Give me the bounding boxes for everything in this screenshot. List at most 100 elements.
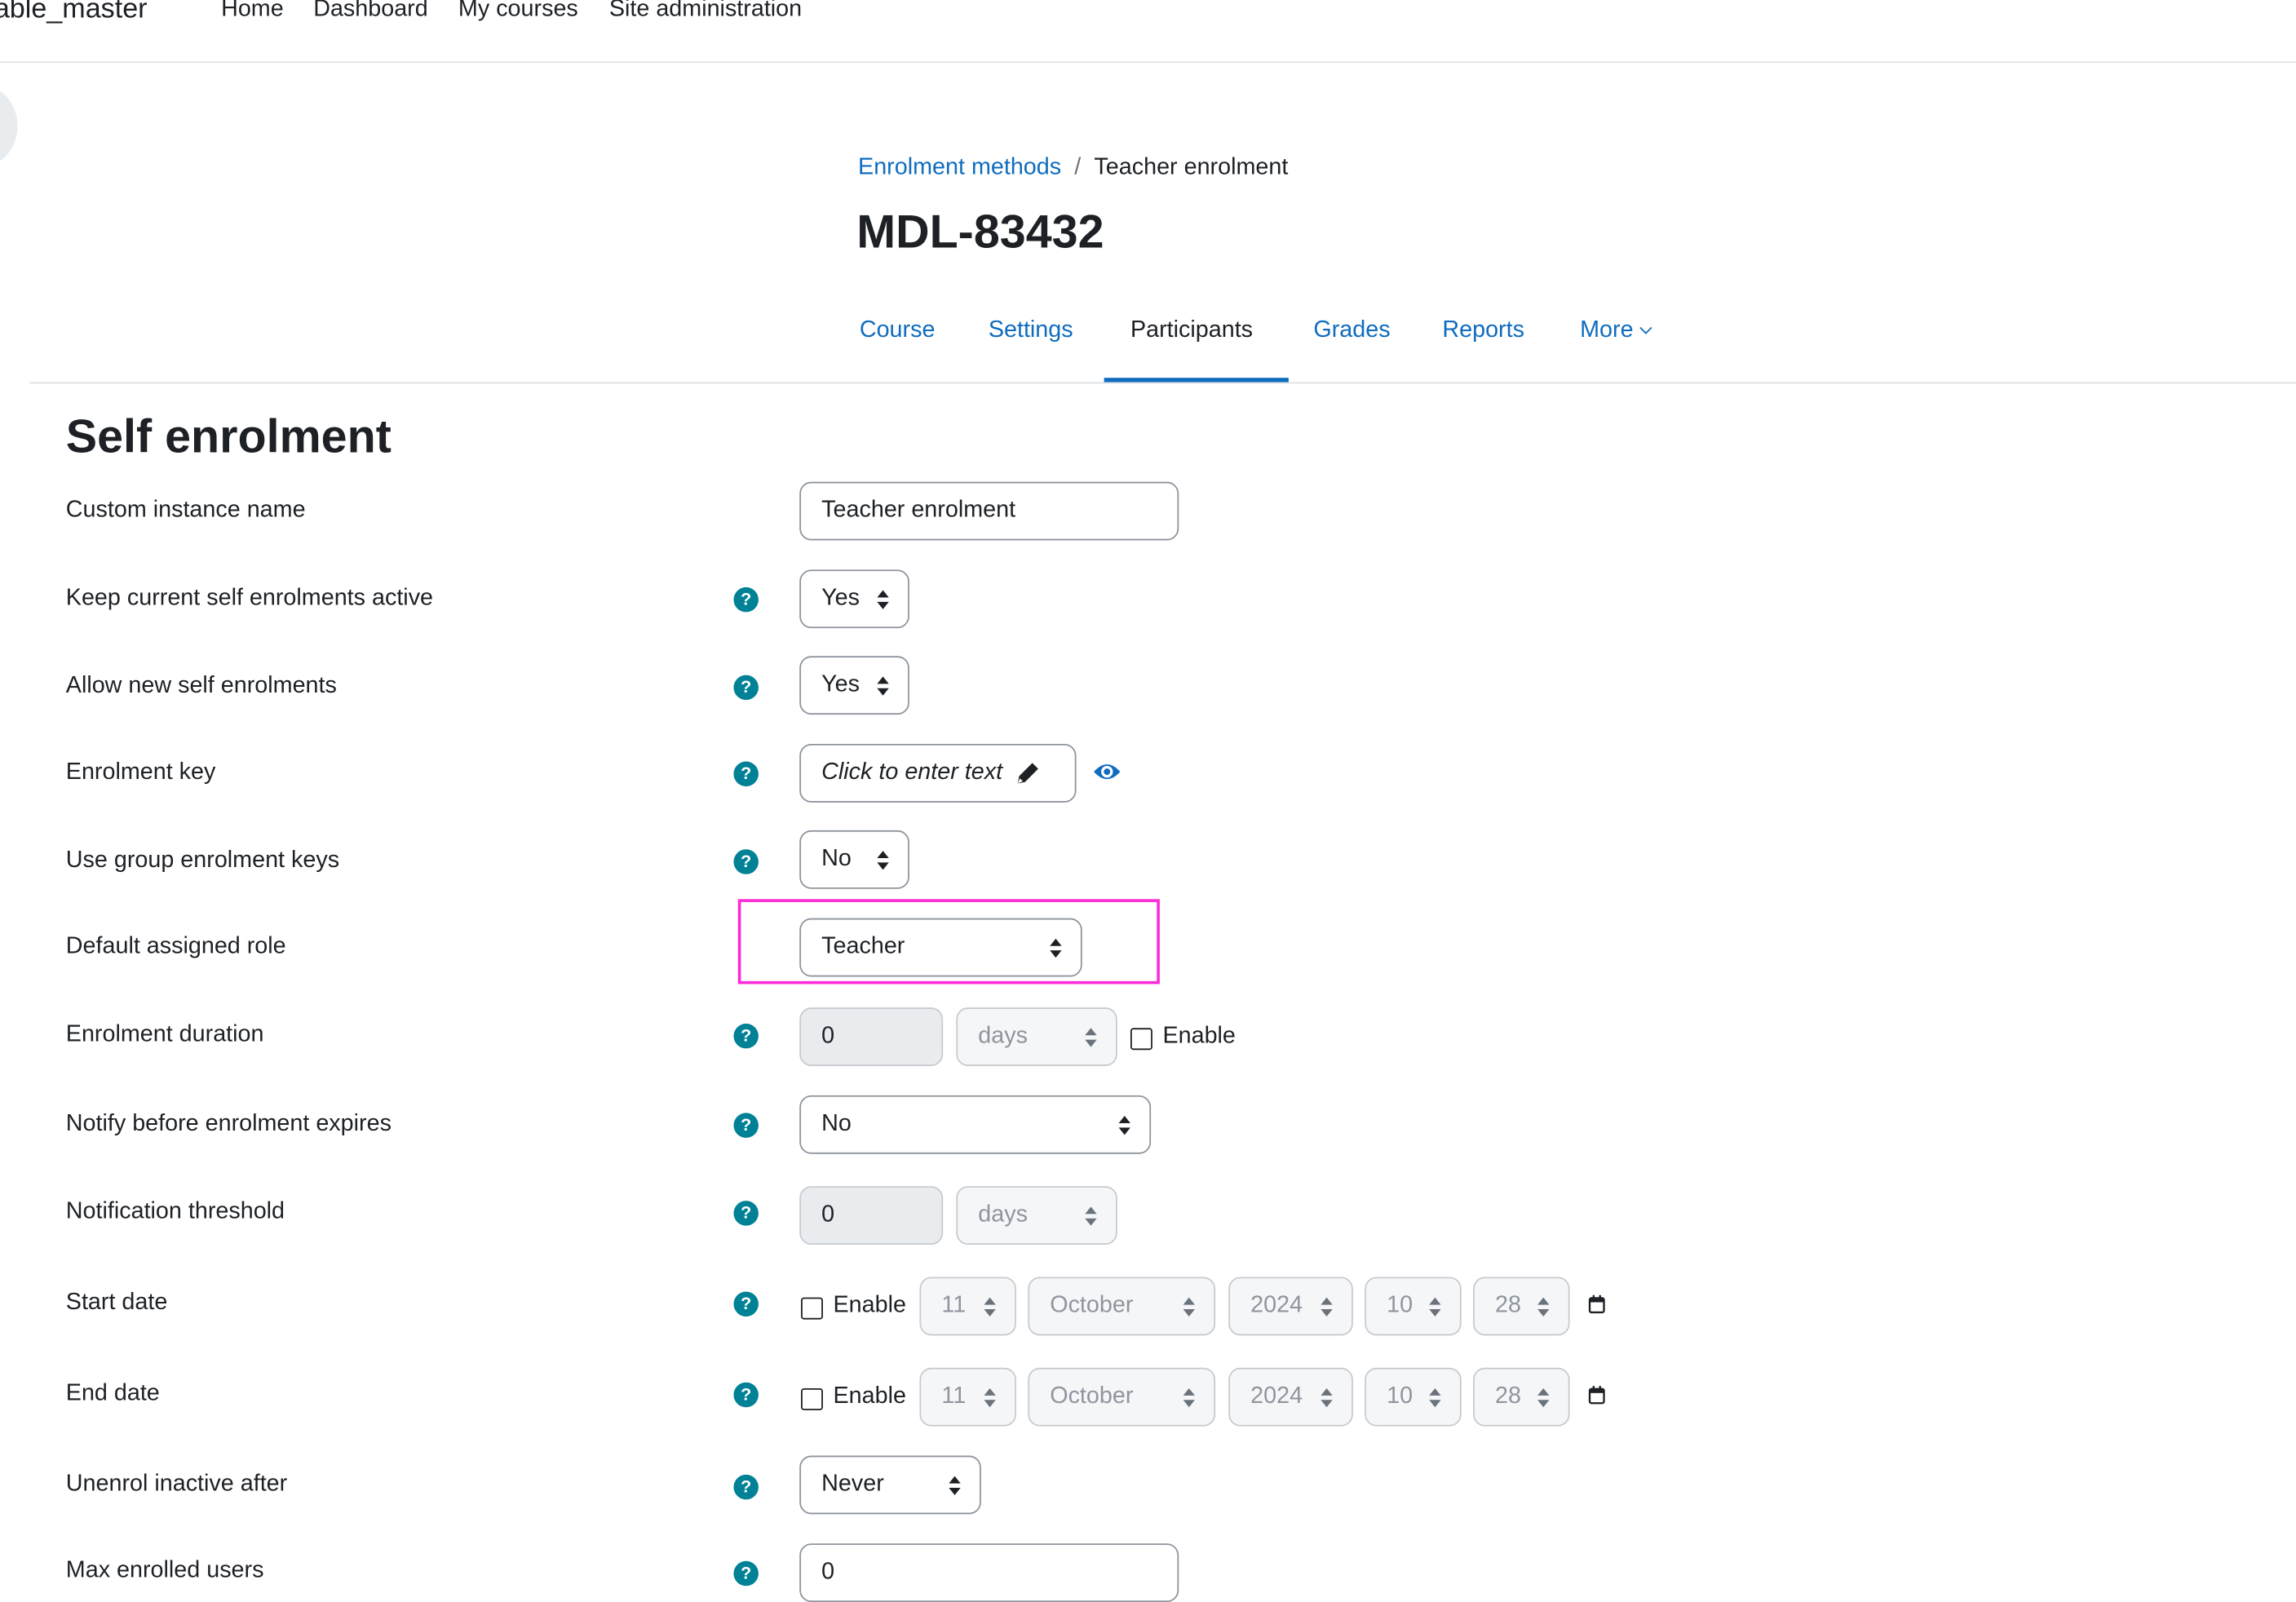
start-date-enable-label: Enable <box>833 1293 906 1318</box>
enrolment-duration-unit-select[interactable]: days <box>956 1007 1117 1066</box>
help-icon[interactable]: ? <box>733 675 759 701</box>
moodle-page: able_master Home Dashboard My courses Si… <box>0 0 2296 1602</box>
end-date-minute-select[interactable]: 28 <box>1473 1367 1570 1427</box>
end-date-enable-checkbox[interactable] <box>801 1387 823 1410</box>
end-date-label: End date <box>65 1380 160 1406</box>
default-role-value: Teacher <box>821 934 905 959</box>
keep-active-select[interactable]: Yes <box>799 569 909 629</box>
custom-instance-name-input[interactable]: Teacher enrolment <box>799 481 1179 541</box>
notification-threshold-input[interactable]: 0 <box>799 1186 944 1246</box>
drawer-toggle-button[interactable] <box>0 85 18 167</box>
start-date-hour: 10 <box>1387 1293 1413 1318</box>
enrolment-duration-label: Enrolment duration <box>65 1022 264 1047</box>
tab-more-label: More <box>1580 317 1634 343</box>
course-title: MDL-83432 <box>856 205 1104 258</box>
enrolment-duration-unit: days <box>978 1023 1028 1049</box>
tab-settings[interactable]: Settings <box>989 318 1073 344</box>
select-arrows-icon <box>1085 1206 1097 1227</box>
default-role-label: Default assigned role <box>65 934 286 959</box>
help-icon[interactable]: ? <box>733 849 759 874</box>
select-arrows-icon <box>1085 1028 1097 1048</box>
keep-active-label: Keep current self enrolments active <box>65 586 434 611</box>
help-icon[interactable]: ? <box>733 1382 759 1408</box>
select-arrows-icon <box>1183 1297 1195 1318</box>
nav-dashboard[interactable]: Dashboard <box>313 0 428 24</box>
breadcrumb-separator: / <box>1074 155 1082 180</box>
tab-reports[interactable]: Reports <box>1442 318 1524 344</box>
end-date-day-select[interactable]: 11 <box>919 1367 1016 1427</box>
enrolment-key-input[interactable]: Click to enter text <box>799 744 1077 803</box>
help-icon[interactable]: ? <box>733 1291 759 1317</box>
breadcrumb-enrolment-methods[interactable]: Enrolment methods <box>858 155 1061 180</box>
nav-my-courses[interactable]: My courses <box>458 0 578 24</box>
select-arrows-icon <box>877 851 889 871</box>
enrolment-duration-enable-checkbox[interactable] <box>1130 1028 1152 1051</box>
select-arrows-icon <box>1537 1297 1550 1318</box>
help-icon[interactable]: ? <box>733 1474 759 1500</box>
allow-new-label: Allow new self enrolments <box>65 673 337 699</box>
unenrol-inactive-value: Never <box>821 1471 884 1497</box>
nav-home[interactable]: Home <box>221 0 284 24</box>
notify-before-select[interactable]: No <box>799 1095 1152 1154</box>
group-keys-select[interactable]: No <box>799 830 909 889</box>
tab-more[interactable]: More <box>1580 317 1653 344</box>
select-arrows-icon <box>1183 1387 1195 1409</box>
end-date-year-select[interactable]: 2024 <box>1228 1367 1353 1427</box>
help-icon[interactable]: ? <box>733 586 759 613</box>
allow-new-select[interactable]: Yes <box>799 656 909 715</box>
select-arrows-icon <box>1321 1297 1333 1318</box>
select-arrows-icon <box>1118 1116 1130 1136</box>
custom-instance-name-label: Custom instance name <box>65 498 306 523</box>
select-arrows-icon <box>1050 938 1062 959</box>
unenrol-inactive-select[interactable]: Never <box>799 1455 981 1515</box>
calendar-icon[interactable] <box>1587 1294 1606 1314</box>
notification-threshold-unit-select[interactable]: days <box>956 1186 1117 1246</box>
end-date-minute: 28 <box>1495 1383 1521 1409</box>
select-arrows-icon <box>1429 1297 1441 1318</box>
unenrol-inactive-label: Unenrol inactive after <box>65 1471 288 1497</box>
start-date-minute: 28 <box>1495 1293 1521 1318</box>
help-icon[interactable]: ? <box>733 761 759 787</box>
breadcrumb-current: Teacher enrolment <box>1094 155 1289 180</box>
start-date-enable-checkbox[interactable] <box>801 1297 823 1320</box>
start-date-year-select[interactable]: 2024 <box>1228 1277 1353 1336</box>
end-date-year: 2024 <box>1250 1383 1303 1409</box>
help-icon[interactable]: ? <box>733 1201 759 1226</box>
enrolment-duration-input[interactable]: 0 <box>799 1007 944 1066</box>
eye-icon[interactable] <box>1092 760 1121 784</box>
help-icon[interactable]: ? <box>733 1113 759 1138</box>
help-icon[interactable]: ? <box>733 1023 759 1049</box>
end-date-month-select[interactable]: October <box>1028 1367 1216 1427</box>
site-name[interactable]: able_master <box>0 0 148 26</box>
max-enrolled-label: Max enrolled users <box>65 1558 264 1583</box>
start-date-hour-select[interactable]: 10 <box>1365 1277 1462 1336</box>
allow-new-value: Yes <box>821 672 860 697</box>
tab-grades[interactable]: Grades <box>1313 318 1390 344</box>
enrolment-key-label: Enrolment key <box>65 759 216 786</box>
select-arrows-icon <box>1537 1387 1550 1409</box>
nav-site-administration[interactable]: Site administration <box>609 0 802 24</box>
page-heading: Self enrolment <box>65 409 392 463</box>
start-date-month-select[interactable]: October <box>1028 1277 1216 1336</box>
notify-before-label: Notify before enrolment expires <box>65 1111 392 1137</box>
tab-course[interactable]: Course <box>860 318 936 344</box>
enrolment-key-placeholder: Click to enter text <box>821 759 1003 786</box>
end-date-enable-label: Enable <box>833 1383 906 1409</box>
help-icon[interactable]: ? <box>733 1560 759 1587</box>
end-date-hour-select[interactable]: 10 <box>1365 1367 1462 1427</box>
start-date-minute-select[interactable]: 28 <box>1473 1277 1570 1336</box>
tab-participants[interactable]: Participants <box>1130 318 1253 344</box>
start-date-day-select[interactable]: 11 <box>919 1277 1016 1336</box>
select-arrows-icon <box>877 590 889 611</box>
start-date-day: 11 <box>941 1293 967 1318</box>
notification-threshold-label: Notification threshold <box>65 1199 285 1224</box>
keep-active-value: Yes <box>821 586 860 611</box>
calendar-icon[interactable] <box>1587 1385 1606 1405</box>
start-date-label: Start date <box>65 1290 168 1316</box>
pencil-icon <box>1017 763 1038 784</box>
default-role-select[interactable]: Teacher <box>799 918 1082 977</box>
end-date-day: 11 <box>941 1383 967 1409</box>
breadcrumb: Enrolment methods / Teacher enrolment <box>858 155 1288 181</box>
start-date-year: 2024 <box>1250 1293 1303 1318</box>
max-enrolled-input[interactable]: 0 <box>799 1543 1179 1602</box>
